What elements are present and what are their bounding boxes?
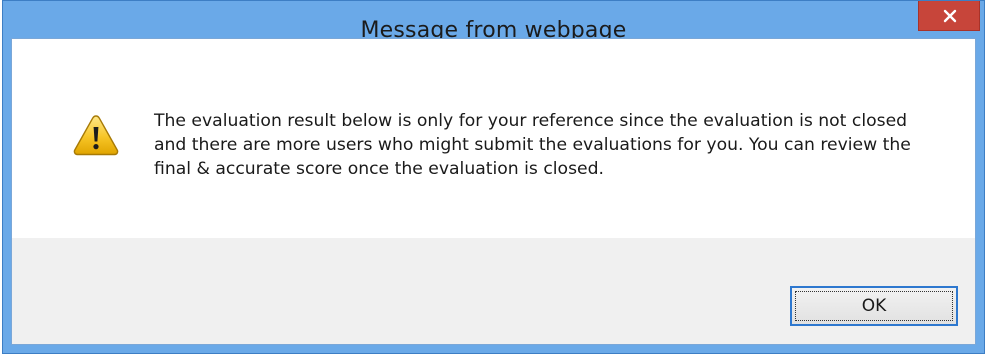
- ok-button[interactable]: OK: [790, 286, 958, 326]
- message-area: The evaluation result below is only for …: [12, 39, 975, 238]
- button-bar: OK: [12, 238, 975, 344]
- close-icon: [943, 9, 957, 23]
- ok-button-label: OK: [795, 291, 953, 321]
- close-button[interactable]: [918, 1, 980, 31]
- warning-icon: [73, 115, 119, 156]
- message-dialog: Message from webpage The evaluation resu…: [2, 0, 985, 354]
- message-text: The evaluation result below is only for …: [154, 111, 911, 179]
- dialog-body: The evaluation result below is only for …: [11, 38, 976, 345]
